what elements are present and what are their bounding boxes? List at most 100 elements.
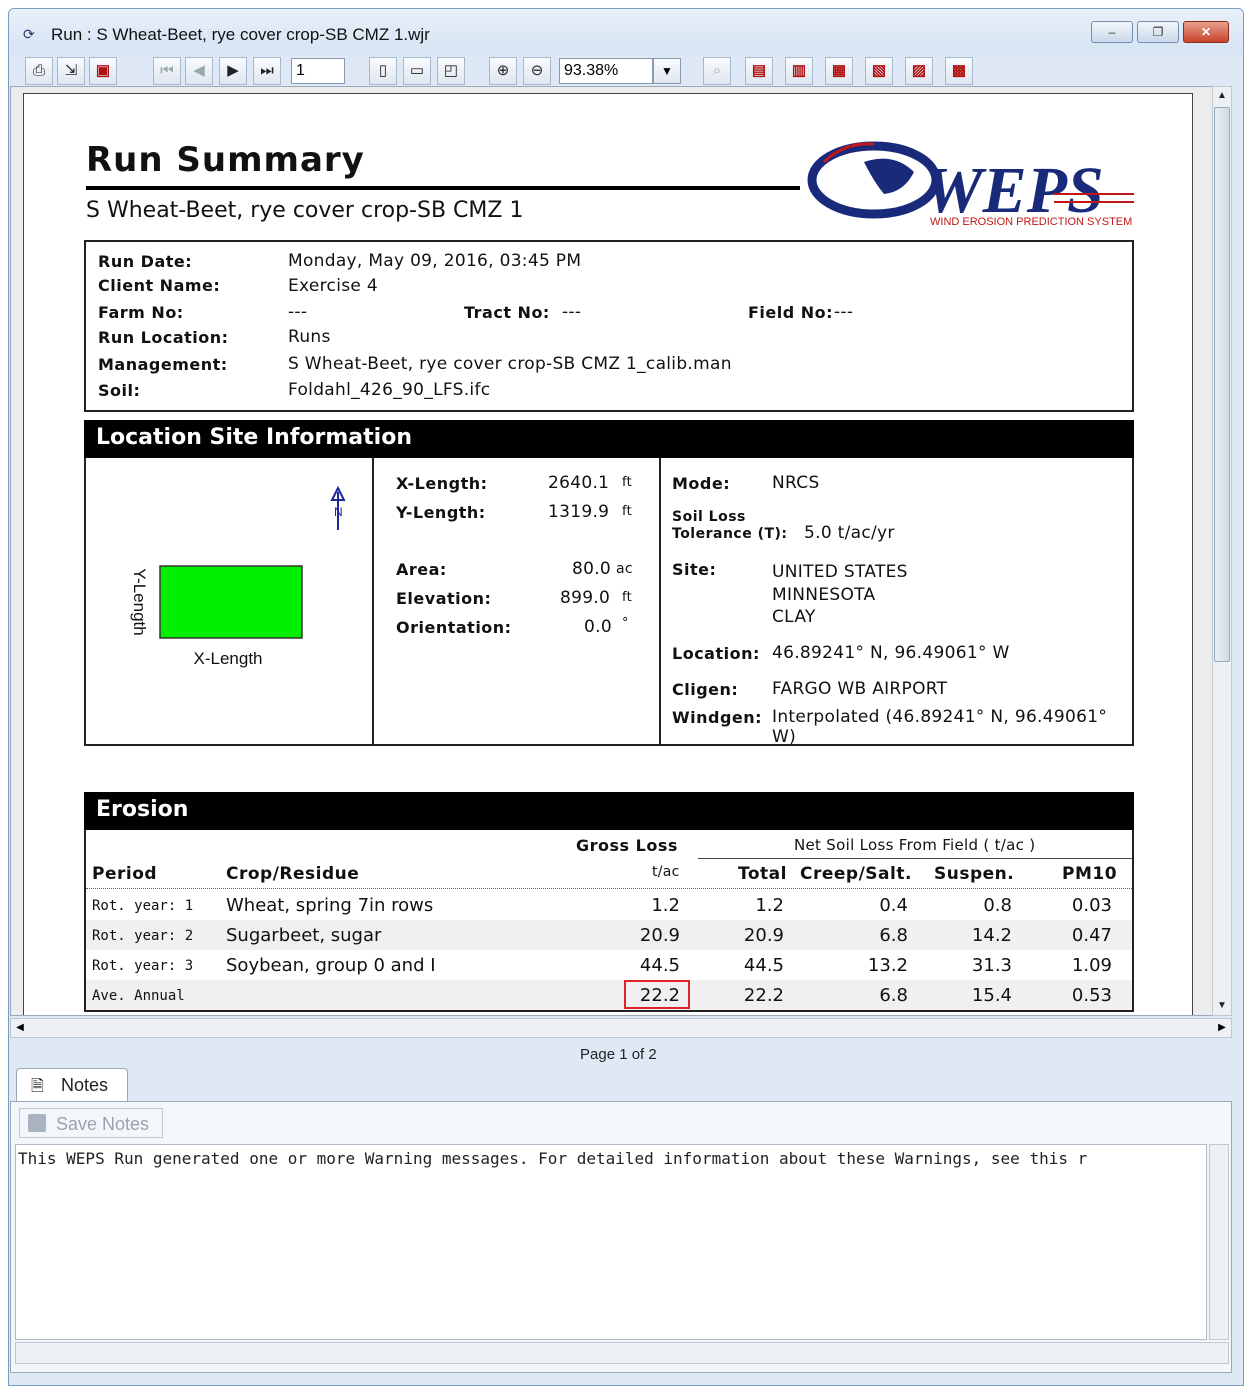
elevation-unit: ft — [622, 590, 633, 605]
row-total: 1.2 — [755, 895, 784, 916]
scroll-right-icon[interactable]: ▶ — [1213, 1019, 1231, 1037]
row-suspen: 31.3 — [971, 955, 1012, 976]
tract-value: --- — [562, 302, 582, 322]
col-creep: Creep/Salt. — [800, 864, 912, 884]
location-label: Location: — [672, 644, 760, 663]
row-period: Ave. Annual — [92, 988, 185, 1004]
notes-icon: 🗎 — [31, 1078, 44, 1095]
row-crop: Sugarbeet, sugar — [226, 925, 382, 946]
row-total: 44.5 — [743, 955, 784, 976]
header-rule — [86, 888, 1132, 889]
find-icon[interactable]: ⌕ — [703, 57, 731, 85]
zoom-out-icon[interactable]: ⊖ — [523, 57, 551, 85]
scroll-up-icon[interactable]: ▲ — [1213, 87, 1231, 105]
x-length-axis-label: X-Length — [194, 649, 263, 668]
north-label: N — [334, 505, 343, 519]
table-row: Rot. year: 2 Sugarbeet, sugar 20.9 20.9 … — [86, 920, 1132, 950]
table-row: Rot. year: 3 Soybean, group 0 and I 44.5… — [86, 950, 1132, 980]
row-period: Rot. year: 3 — [92, 958, 194, 974]
title-bar: ⟳ Run : S Wheat-Beet, rye cover crop-SB … — [9, 9, 1243, 55]
last-page-icon[interactable]: ⏭ — [253, 57, 281, 85]
orientation-unit: ° — [622, 616, 629, 631]
farm-value: --- — [288, 302, 308, 322]
row-gross: 20.9 — [639, 925, 680, 946]
first-page-icon[interactable]: ⏮ — [153, 57, 181, 85]
location-site-box: N X-Length Y-Length X-Length: 2640.1 ft … — [84, 458, 1134, 747]
next-page-icon[interactable]: ▶ — [219, 57, 247, 85]
scroll-thumb[interactable] — [1214, 107, 1230, 662]
fit-width-icon[interactable]: ▭ — [403, 57, 431, 85]
highlight-box — [624, 980, 690, 1009]
net-header-rule — [698, 858, 1132, 859]
print-icon[interactable]: ⎙ — [25, 57, 53, 85]
page-number-input[interactable]: 1 — [291, 58, 345, 84]
row-gross: 44.5 — [639, 955, 680, 976]
report-horizontal-scrollbar[interactable]: ◀ ▶ — [10, 1018, 1232, 1038]
gross-loss-header: Gross Loss — [576, 836, 678, 855]
area-unit: ac — [616, 561, 633, 577]
scroll-left-icon[interactable]: ◀ — [11, 1019, 29, 1037]
fit-page-icon[interactable]: ◰ — [437, 57, 465, 85]
area-value: 80.0 — [572, 559, 612, 579]
notes-textarea[interactable]: This WEPS Run generated one or more Warn… — [15, 1144, 1207, 1340]
save-notes-button[interactable]: Save Notes — [19, 1108, 163, 1138]
tab-notes-label: Notes — [61, 1075, 109, 1095]
tolerance-label-2: Tolerance (T): — [672, 526, 788, 542]
site-county: CLAY — [772, 607, 816, 627]
x-length-label: X-Length: — [396, 474, 488, 493]
export-pdf-icon[interactable]: ▤ — [745, 57, 773, 85]
close-button[interactable]: ✕ — [1183, 21, 1229, 43]
export-odt-icon[interactable]: ▦ — [825, 57, 853, 85]
net-loss-header: Net Soil Loss From Field ( t/ac ) — [794, 836, 1036, 854]
x-length-unit: ft — [622, 475, 633, 490]
erosion-title: Erosion — [96, 797, 189, 822]
row-creep: 6.8 — [879, 925, 908, 946]
zoom-dropdown-icon[interactable]: ▼ — [653, 58, 681, 84]
client-value: Exercise 4 — [288, 276, 378, 296]
site-label: Site: — [672, 560, 717, 579]
field-value: --- — [834, 302, 854, 322]
save-icon — [28, 1114, 46, 1132]
y-length-label: Y-Length: — [396, 503, 486, 522]
y-length-unit: ft — [622, 504, 633, 519]
export-icon[interactable]: ⇲ — [57, 57, 85, 85]
field-label: Field No: — [748, 303, 834, 322]
restore-button[interactable]: ❐ — [1137, 21, 1179, 43]
row-creep: 0.4 — [879, 895, 908, 916]
notes-horizontal-scrollbar[interactable] — [15, 1342, 1229, 1364]
x-length-value: 2640.1 — [548, 473, 610, 493]
y-length-value: 1319.9 — [548, 502, 610, 522]
notes-vertical-scrollbar[interactable] — [1209, 1144, 1229, 1340]
report-vertical-scrollbar[interactable]: ▲ ▼ — [1212, 86, 1232, 1016]
tab-notes[interactable]: 🗎 Notes — [16, 1068, 128, 1102]
divider — [659, 458, 661, 744]
field-diagram: N X-Length Y-Length — [130, 485, 346, 668]
report-viewport: Run Summary S Wheat-Beet, rye cover crop… — [10, 86, 1220, 1016]
location-value: 46.89241° N, 96.49061° W — [772, 643, 1010, 663]
field-rectangle — [159, 565, 303, 639]
row-period: Rot. year: 2 — [92, 928, 194, 944]
scroll-down-icon[interactable]: ▼ — [1213, 997, 1231, 1015]
divider — [372, 458, 374, 744]
col-total: Total — [738, 864, 787, 884]
export-html-icon[interactable]: ▧ — [865, 57, 893, 85]
erosion-header: Erosion — [84, 792, 1134, 830]
minimize-button[interactable]: – — [1091, 21, 1133, 43]
prev-page-icon[interactable]: ◀ — [185, 57, 213, 85]
run-location-label: Run Location: — [98, 328, 229, 347]
export-xls-icon[interactable]: ▨ — [905, 57, 933, 85]
export-rtf-icon[interactable]: ▥ — [785, 57, 813, 85]
soil-value: Foldahl_426_90_LFS.ifc — [288, 380, 491, 400]
zoom-level-input[interactable]: 93.38% — [559, 58, 653, 84]
logo-tagline: WIND EROSION PREDICTION SYSTEM — [930, 216, 1132, 228]
single-page-icon[interactable]: ▯ — [369, 57, 397, 85]
location-site-title: Location Site Information — [96, 425, 412, 450]
export-csv-icon[interactable]: ▩ — [945, 57, 973, 85]
pdf-icon[interactable]: ▣ — [89, 57, 117, 85]
orientation-value: 0.0 — [584, 617, 612, 637]
page-indicator: Page 1 of 2 — [580, 1046, 657, 1063]
notes-panel: Save Notes This WEPS Run generated one o… — [10, 1101, 1232, 1373]
row-creep: 6.8 — [879, 985, 908, 1006]
zoom-in-icon[interactable]: ⊕ — [489, 57, 517, 85]
management-value: S Wheat-Beet, rye cover crop-SB CMZ 1_ca… — [288, 354, 732, 374]
